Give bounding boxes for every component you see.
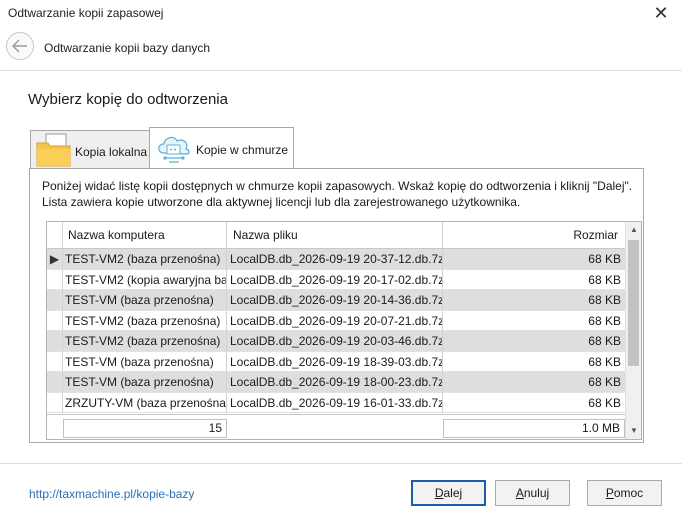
cell-computer: ZRZUTY-VM (baza przenośna) — [63, 392, 227, 413]
divider — [0, 70, 682, 71]
table-row[interactable]: TEST-VM (baza przenośna) LocalDB.db_2026… — [47, 290, 627, 311]
info-line: Lista zawiera kopie utworzone dla aktywn… — [42, 195, 521, 209]
info-line: Poniżej widać listę kopii dostępnych w c… — [42, 179, 633, 193]
column-header-file[interactable]: Nazwa pliku — [227, 222, 443, 249]
cell-file: LocalDB.db_2026-09-19 20-14-36.db.7z — [227, 290, 443, 311]
back-button[interactable] — [6, 32, 34, 60]
backup-grid[interactable]: Nazwa komputera Nazwa pliku Rozmiar ▶ TE… — [46, 221, 642, 440]
tab-label: Kopia lokalna — [75, 145, 148, 159]
button-label: omoc — [613, 486, 644, 500]
cell-size: 68 KB — [443, 331, 627, 352]
grid-rows: ▶ TEST-VM2 (baza przenośna) LocalDB.db_2… — [47, 249, 627, 413]
row-indicator — [47, 392, 63, 413]
row-indicator — [47, 331, 63, 352]
cell-size: 68 KB — [443, 290, 627, 311]
cell-size: 68 KB — [443, 351, 627, 372]
cell-computer: TEST-VM2 (baza przenośna) — [63, 331, 227, 352]
cell-file: LocalDB.db_2026-09-19 16-01-33.db.7z — [227, 392, 443, 413]
table-row[interactable]: ZRZUTY-VM (baza przenośna) LocalDB.db_20… — [47, 392, 627, 413]
total-size-summary: 1.0 MB — [443, 419, 625, 438]
cell-file: LocalDB.db_2026-09-19 20-17-02.db.7z — [227, 269, 443, 290]
table-row[interactable]: TEST-VM (baza przenośna) LocalDB.db_2026… — [47, 372, 627, 393]
close-icon[interactable]: ✕ — [650, 2, 672, 24]
cell-file: LocalDB.db_2026-09-19 18-00-23.db.7z — [227, 372, 443, 393]
cell-size: 68 KB — [443, 249, 627, 270]
help-link[interactable]: http://taxmachine.pl/kopie-bazy — [29, 487, 194, 501]
button-label: alej — [443, 486, 463, 500]
row-indicator — [47, 269, 63, 290]
cell-computer: TEST-VM (baza przenośna) — [63, 290, 227, 311]
column-header-size[interactable]: Rozmiar — [443, 222, 627, 249]
cell-size: 68 KB — [443, 269, 627, 290]
vertical-scrollbar[interactable]: ▲ ▼ — [625, 222, 641, 439]
tab-label: Kopie w chmurze — [196, 143, 289, 157]
page-heading: Wybierz kopię do odtworzenia — [28, 91, 228, 108]
hotkey-letter: P — [605, 486, 614, 500]
row-indicator-icon: ▶ — [47, 249, 63, 270]
row-indicator — [47, 310, 63, 331]
cloud-copies-panel: Poniżej widać listę kopii dostępnych w c… — [29, 168, 644, 443]
cell-computer: TEST-VM2 (kopia awaryjna bazy p — [63, 269, 227, 290]
cell-file: LocalDB.db_2026-09-19 20-07-21.db.7z — [227, 310, 443, 331]
row-indicator — [47, 290, 63, 311]
tab-local-copy[interactable]: Kopia lokalna — [30, 130, 150, 169]
grid-header: Nazwa komputera Nazwa pliku Rozmiar — [47, 222, 627, 249]
cell-size: 68 KB — [443, 310, 627, 331]
indicator-header — [47, 222, 63, 249]
window-title: Odtwarzanie kopii zapasowej — [8, 6, 164, 20]
cell-computer: TEST-VM2 (baza przenośna) — [63, 310, 227, 331]
column-header-computer[interactable]: Nazwa komputera — [63, 222, 227, 249]
title-bar: Odtwarzanie kopii zapasowej ✕ — [0, 0, 682, 28]
nav-bar: Odtwarzanie kopii bazy danych — [0, 28, 682, 68]
next-button[interactable]: Dalej — [411, 480, 486, 506]
hotkey-letter: A — [515, 486, 524, 500]
scroll-up-icon[interactable]: ▲ — [626, 222, 641, 238]
cell-file: LocalDB.db_2026-09-19 18-39-03.db.7z — [227, 351, 443, 372]
folder-icon — [36, 133, 71, 167]
table-row[interactable]: TEST-VM2 (baza przenośna) LocalDB.db_202… — [47, 310, 627, 331]
table-row[interactable]: ▶ TEST-VM2 (baza przenośna) LocalDB.db_2… — [47, 249, 627, 270]
table-row[interactable]: TEST-VM (baza przenośna) LocalDB.db_2026… — [47, 351, 627, 372]
cell-size: 68 KB — [443, 372, 627, 393]
cancel-button[interactable]: Anuluj — [495, 480, 570, 506]
cell-size: 68 KB — [443, 392, 627, 413]
cell-file: LocalDB.db_2026-09-19 20-03-46.db.7z — [227, 331, 443, 352]
scroll-down-icon[interactable]: ▼ — [626, 423, 641, 439]
table-row[interactable]: TEST-VM2 (kopia awaryjna bazy p LocalDB.… — [47, 269, 627, 290]
cloud-icon — [158, 136, 190, 163]
cell-computer: TEST-VM (baza przenośna) — [63, 372, 227, 393]
scroll-thumb[interactable] — [628, 240, 639, 366]
cell-computer: TEST-VM (baza przenośna) — [63, 351, 227, 372]
row-indicator — [47, 351, 63, 372]
info-text: Poniżej widać listę kopii dostępnych w c… — [42, 178, 632, 210]
cell-file: LocalDB.db_2026-09-19 20-37-12.db.7z — [227, 249, 443, 270]
arrow-left-icon — [12, 39, 27, 53]
tab-cloud-copy[interactable]: Kopie w chmurze — [149, 127, 294, 170]
row-indicator — [47, 372, 63, 393]
nav-title: Odtwarzanie kopii bazy danych — [44, 41, 211, 55]
grid-summary-row: 15 1.0 MB — [47, 414, 627, 439]
divider — [0, 463, 682, 464]
row-count-summary: 15 — [63, 419, 227, 438]
help-button[interactable]: Pomoc — [587, 480, 662, 506]
table-row[interactable]: TEST-VM2 (baza przenośna) LocalDB.db_202… — [47, 331, 627, 352]
button-label: nuluj — [523, 486, 550, 500]
cell-computer: TEST-VM2 (baza przenośna) — [63, 249, 227, 270]
